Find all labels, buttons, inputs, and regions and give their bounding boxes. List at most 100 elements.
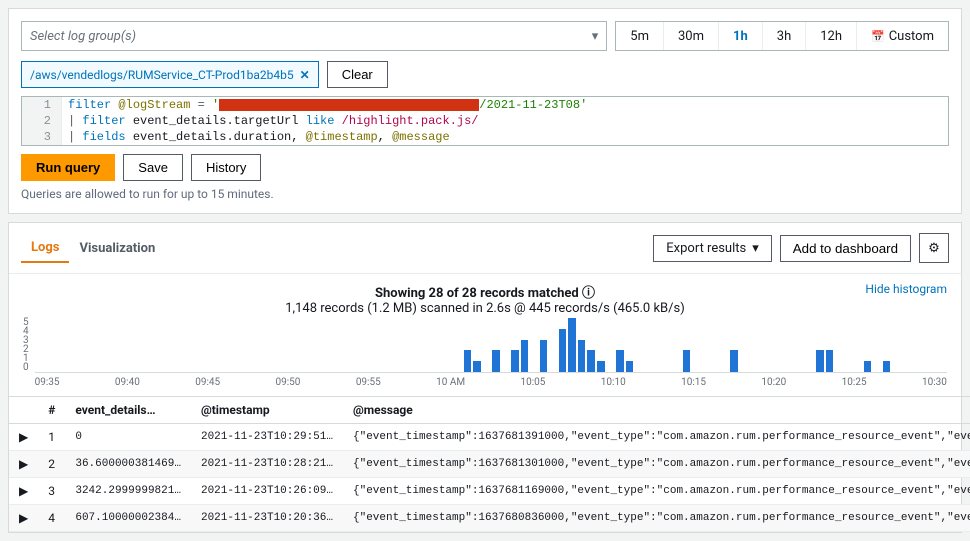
histogram-bar[interactable] — [626, 318, 634, 372]
histogram-bar[interactable] — [711, 318, 719, 372]
histogram-bar[interactable] — [425, 318, 433, 372]
histogram-bar[interactable] — [664, 318, 672, 372]
histogram-bar[interactable] — [454, 318, 462, 372]
histogram-bar[interactable] — [139, 318, 147, 372]
col-message[interactable]: @message — [343, 397, 970, 424]
histogram-bar[interactable] — [502, 318, 510, 372]
histogram-bar[interactable] — [359, 318, 367, 372]
histogram-bar[interactable] — [63, 318, 71, 372]
time-range-3h[interactable]: 3h — [762, 22, 805, 50]
histogram-bar[interactable] — [807, 318, 815, 372]
histogram-bar[interactable] — [549, 318, 557, 372]
histogram-bar[interactable] — [387, 318, 395, 372]
save-button[interactable]: Save — [123, 154, 183, 181]
histogram-bar[interactable] — [730, 318, 738, 372]
histogram-bar[interactable] — [749, 318, 757, 372]
histogram-bar[interactable] — [616, 318, 624, 372]
table-row[interactable]: ▶102021-11-23T10:29:51…{"event_timestamp… — [9, 424, 970, 451]
histogram-bar[interactable] — [263, 318, 271, 372]
histogram-bar[interactable] — [44, 318, 52, 372]
histogram-bar[interactable] — [406, 318, 414, 372]
log-group-select[interactable]: Select log group(s) ▾ — [21, 21, 607, 51]
histogram-bar[interactable] — [940, 318, 948, 372]
histogram-bar[interactable] — [216, 318, 224, 372]
histogram-bars[interactable] — [35, 318, 947, 373]
histogram-bar[interactable] — [378, 318, 386, 372]
run-query-button[interactable]: Run query — [21, 154, 115, 181]
time-range-5m[interactable]: 5m — [616, 22, 663, 50]
histogram-bar[interactable] — [873, 318, 881, 372]
histogram-bar[interactable] — [921, 318, 929, 372]
histogram-bar[interactable] — [92, 318, 100, 372]
log-group-pill[interactable]: /aws/vendedlogs/RUMService_CT-Prod1ba2b4… — [21, 61, 319, 88]
histogram-bar[interactable] — [111, 318, 119, 372]
histogram-bar[interactable] — [912, 318, 920, 372]
query-editor[interactable]: 1filter @logStream = '/2021-11-23T08'2| … — [21, 96, 949, 146]
histogram-bar[interactable] — [149, 318, 157, 372]
histogram-bar[interactable] — [464, 318, 472, 372]
histogram-bar[interactable] — [645, 318, 653, 372]
histogram-bar[interactable] — [35, 318, 43, 372]
time-range-1h[interactable]: 1h — [718, 22, 762, 50]
table-row[interactable]: ▶236.600000381469…2021-11-23T10:28:21…{"… — [9, 451, 970, 478]
histogram-bar[interactable] — [797, 318, 805, 372]
histogram-bar[interactable] — [854, 318, 862, 372]
histogram-bar[interactable] — [883, 318, 891, 372]
histogram-bar[interactable] — [654, 318, 662, 372]
expand-row-icon[interactable]: ▶ — [19, 430, 28, 444]
add-to-dashboard-button[interactable]: Add to dashboard — [780, 235, 911, 262]
histogram-bar[interactable] — [168, 318, 176, 372]
histogram-bar[interactable] — [521, 318, 529, 372]
histogram-bar[interactable] — [892, 318, 900, 372]
histogram-bar[interactable] — [769, 318, 777, 372]
histogram-bar[interactable] — [225, 318, 233, 372]
histogram-bar[interactable] — [473, 318, 481, 372]
histogram-bar[interactable] — [788, 318, 796, 372]
histogram-bar[interactable] — [282, 318, 290, 372]
histogram-bar[interactable] — [120, 318, 128, 372]
histogram-bar[interactable] — [397, 318, 405, 372]
histogram-bar[interactable] — [340, 318, 348, 372]
histogram-bar[interactable] — [311, 318, 319, 372]
col-number[interactable]: # — [38, 397, 65, 424]
clear-button[interactable]: Clear — [327, 61, 388, 88]
histogram-bar[interactable] — [483, 318, 491, 372]
col-timestamp[interactable]: @timestamp — [191, 397, 343, 424]
histogram-bar[interactable] — [826, 318, 834, 372]
histogram-bar[interactable] — [511, 318, 519, 372]
expand-row-icon[interactable]: ▶ — [19, 484, 28, 498]
export-results-button[interactable]: Export results ▾ — [653, 235, 771, 262]
histogram-bar[interactable] — [835, 318, 843, 372]
histogram-bar[interactable] — [578, 318, 586, 372]
histogram-bar[interactable] — [673, 318, 681, 372]
histogram-bar[interactable] — [721, 318, 729, 372]
table-row[interactable]: ▶4607.10000002384…2021-11-23T10:20:36…{"… — [9, 505, 970, 532]
close-icon[interactable]: ✕ — [300, 68, 310, 82]
histogram-bar[interactable] — [368, 318, 376, 372]
histogram-bar[interactable] — [530, 318, 538, 372]
histogram-bar[interactable] — [702, 318, 710, 372]
table-row[interactable]: ▶33242.2999999821…2021-11-23T10:26:09…{"… — [9, 478, 970, 505]
histogram-bar[interactable] — [206, 318, 214, 372]
histogram-bar[interactable] — [73, 318, 81, 372]
expand-row-icon[interactable]: ▶ — [19, 511, 28, 525]
col-event-details[interactable]: event_details… — [65, 397, 191, 424]
time-range-30m[interactable]: 30m — [663, 22, 718, 50]
histogram-bar[interactable] — [235, 318, 243, 372]
histogram-bar[interactable] — [435, 318, 443, 372]
histogram-bar[interactable] — [778, 318, 786, 372]
histogram-bar[interactable] — [244, 318, 252, 372]
histogram-bar[interactable] — [82, 318, 90, 372]
expand-row-icon[interactable]: ▶ — [19, 457, 28, 471]
histogram-bar[interactable] — [54, 318, 62, 372]
histogram-bar[interactable] — [130, 318, 138, 372]
histogram-bar[interactable] — [321, 318, 329, 372]
histogram-bar[interactable] — [492, 318, 500, 372]
tab-visualization[interactable]: Visualization — [69, 235, 165, 262]
histogram-bar[interactable] — [254, 318, 262, 372]
histogram-bar[interactable] — [816, 318, 824, 372]
histogram-bar[interactable] — [607, 318, 615, 372]
time-range-12h[interactable]: 12h — [805, 22, 856, 50]
histogram-bar[interactable] — [330, 318, 338, 372]
histogram-bar[interactable] — [349, 318, 357, 372]
